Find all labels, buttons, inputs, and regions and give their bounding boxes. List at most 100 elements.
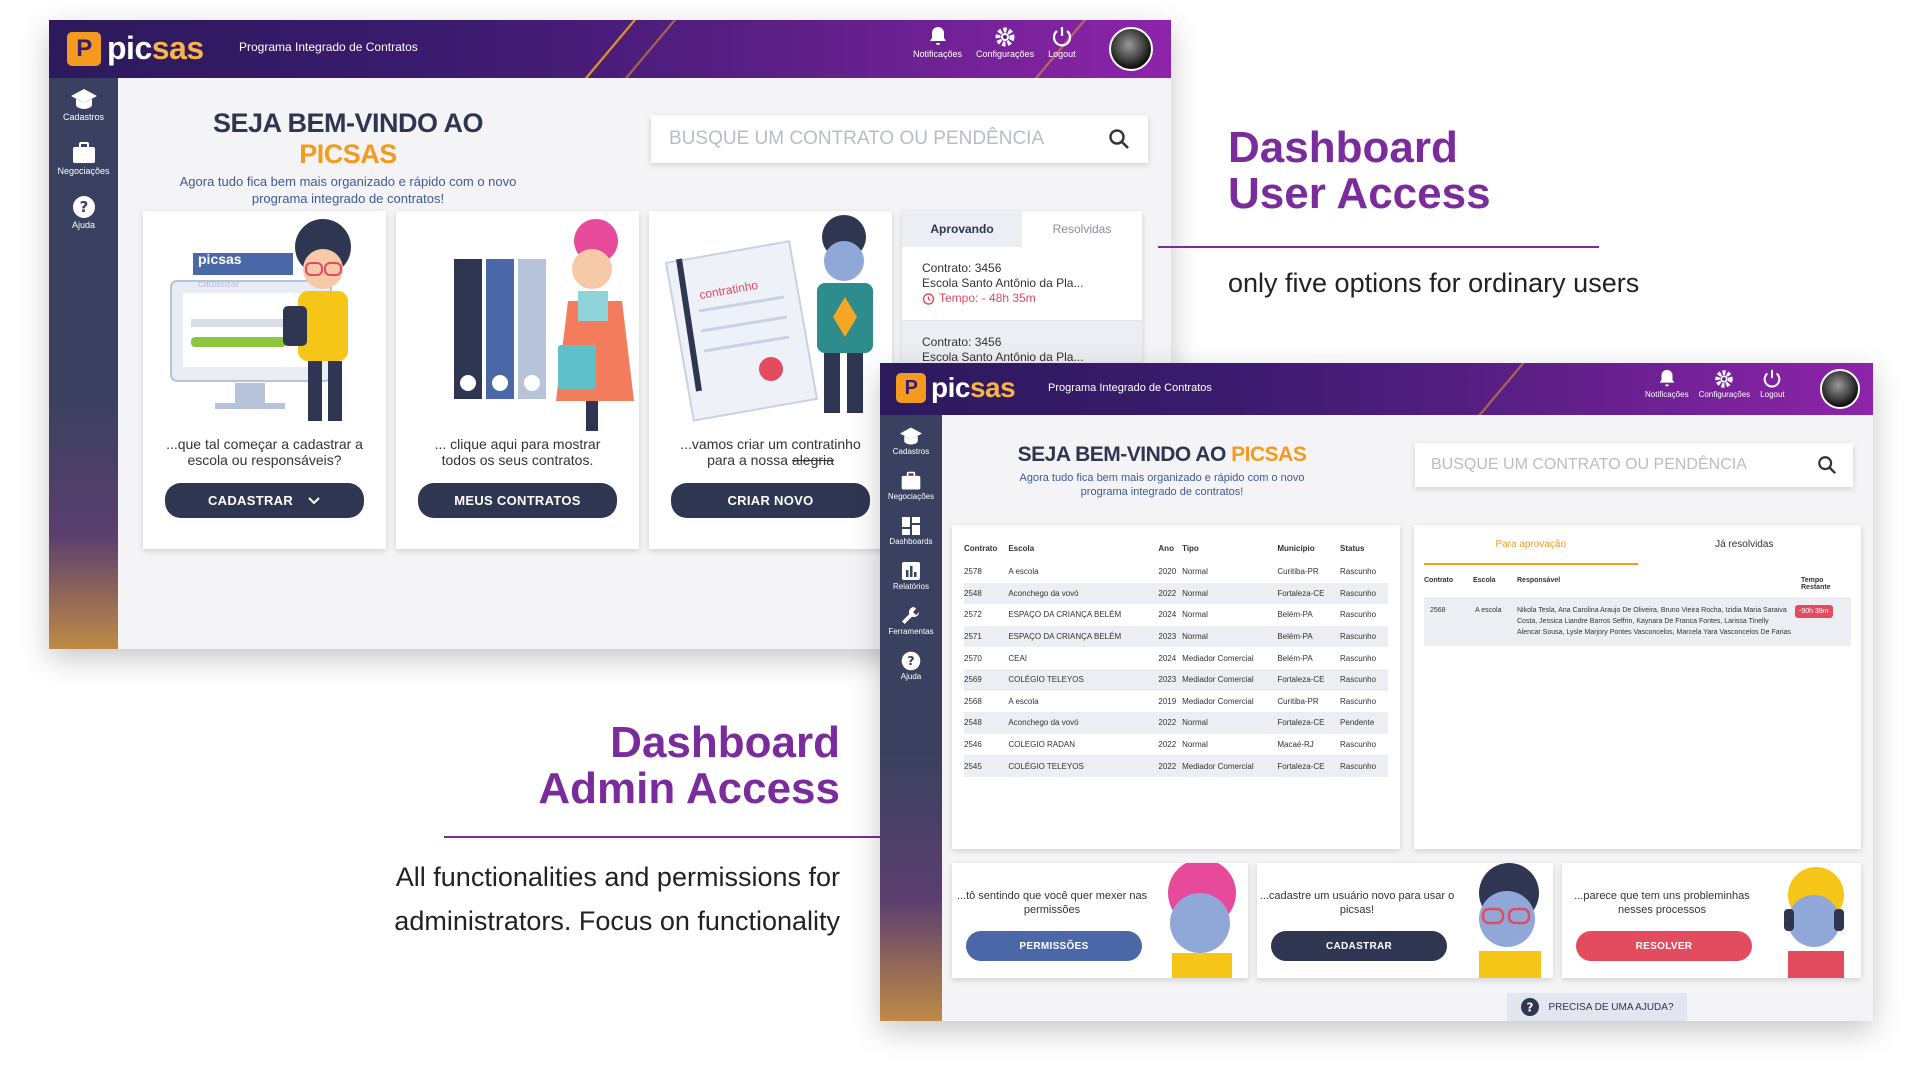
list-item[interactable]: Contrato: 3456 Escola Santo Antônio da P… [902, 247, 1142, 321]
table-row[interactable]: 2568 A escola 2019 Mediador Comercial Curiti… [964, 690, 1388, 713]
table-row[interactable]: 2571 ESPAÇO DA CRIANÇA BELÉM 2023 Normal Bel… [964, 625, 1388, 648]
table-cell: 2546 [964, 740, 982, 750]
graduation-cap-icon [70, 89, 97, 109]
admin-access-description: All functionalities and permissions for … [394, 862, 840, 936]
column-header[interactable]: Contrato [964, 535, 1008, 561]
sidebar-item-dashboards[interactable]: Dashboards [880, 515, 942, 546]
sidebar-item-relatorios[interactable]: Relatórios [880, 560, 942, 591]
tab-resolvidas[interactable]: Resolvidas [1022, 211, 1142, 247]
help-button[interactable]: ? PRECISA DE UMA AJUDA? [1507, 993, 1687, 1021]
sidebar-item-negociacoes[interactable]: Negociações [880, 470, 942, 501]
search-input[interactable]: BUSQUE UM CONTRATO OU PENDÊNCIA [1415, 443, 1853, 487]
table-cell: Rascunho [1340, 696, 1377, 706]
main-content: SEJA BEM-VINDO AO PICSAS Agora tudo fica… [942, 415, 1873, 1021]
admin-access-heading: Dashboard Admin Access [538, 718, 840, 814]
table-row[interactable]: 2545 COLÉGIO TELEYOS 2022 Mediador Comercia… [964, 755, 1388, 777]
table-row[interactable]: 2548 Aconchego da vovó 2022 Normal Fortaleza… [964, 582, 1388, 605]
table-row[interactable]: 2570 CEAI 2024 Mediador Comercial Belém-PA Ra… [964, 647, 1388, 669]
gear-icon [1715, 370, 1734, 388]
divider [444, 836, 880, 838]
tab-aprovando[interactable]: Aprovando [902, 211, 1022, 247]
meus-contratos-button[interactable]: MEUS CONTRATOS [418, 483, 617, 518]
table-row[interactable]: 2572 ESPAÇO DA CRIANÇA BELÉM 2024 Normal Bel… [964, 604, 1388, 626]
sidebar-item-cadastros[interactable]: Cadastros [49, 86, 118, 122]
svg-text:?: ? [79, 198, 88, 216]
time-remaining-badge: -90h 39m [1795, 605, 1833, 618]
table-cell: Mediador Comercial [1182, 675, 1254, 685]
briefcase-icon [901, 471, 921, 490]
sidebar-item-negociacoes[interactable]: Negociações [49, 140, 118, 176]
resolver-button[interactable]: RESOLVER [1576, 931, 1752, 961]
search-icon[interactable] [1108, 128, 1130, 150]
column-header[interactable]: Município [1277, 535, 1340, 561]
contract-document-illustration [664, 215, 873, 422]
question-icon: ? [72, 196, 95, 218]
table-row[interactable]: 2546 COLEGIO RADAN 2022 Normal Macaé-RJ Rascu… [964, 733, 1388, 756]
sidebar-item-ferramentas[interactable]: Ferramentas [880, 605, 942, 636]
notifications-button[interactable]: Notificações [913, 25, 962, 59]
card-cadastrar: picsas cadastrar ...que tal começar a ca… [143, 211, 386, 549]
table-cell: Normal [1182, 632, 1208, 642]
table-cell: Rascunho [1340, 588, 1377, 598]
cadastrar-usuario-button[interactable]: CADASTRAR [1271, 931, 1447, 961]
graduation-cap-icon [900, 427, 922, 445]
table-cell: 2568 [964, 696, 982, 706]
table-row[interactable]: 2569 COLÉGIO TELEYOS 2023 Mediador Comercia… [964, 668, 1388, 691]
settings-button[interactable]: Configurações [976, 25, 1034, 59]
table-cell: Aconchego da vovó [1008, 718, 1079, 728]
tab-para-aprovacao[interactable]: Para aprovação [1424, 525, 1638, 565]
criar-novo-button[interactable]: CRIAR NOVO [671, 483, 870, 518]
table-cell: 2548 [964, 588, 982, 598]
admin-dashboard-screenshot: P picsas Programa Integrado de Contratos… [880, 363, 1873, 1021]
table-cell: 2578 [964, 567, 982, 577]
settings-button[interactable]: Configurações [1699, 368, 1750, 399]
logout-button[interactable]: Logout [1760, 368, 1785, 399]
card-resolver: ...parece que tem uns probleminhas nesse… [1562, 863, 1861, 978]
column-header[interactable]: Status [1340, 535, 1388, 561]
page-title: SEJA BEM-VINDO AO PICSAS [1017, 443, 1307, 466]
table-cell: 2019 [1158, 696, 1177, 706]
question-icon: ? [901, 651, 921, 671]
welcome-subtitle: Agora tudo fica bem mais organizado e rá… [1019, 472, 1305, 499]
table-cell: Normal [1182, 718, 1208, 728]
table-cell: 2023 [1158, 675, 1177, 685]
logout-button[interactable]: Logout [1048, 25, 1076, 59]
table-cell: 2020 [1158, 567, 1177, 577]
search-icon[interactable] [1817, 455, 1837, 475]
table-cell: Mediador Comercial [1182, 761, 1254, 771]
sidebar: Cadastros Negociações ? Ajuda [49, 78, 118, 649]
table-cell: Aconchego da vovó [1008, 588, 1079, 598]
table-cell: 2024 [1158, 653, 1177, 663]
column-header[interactable]: Escola [1008, 535, 1158, 561]
permissoes-button[interactable]: PERMISSÕES [966, 931, 1142, 961]
sidebar-item-cadastros[interactable]: Cadastros [880, 425, 942, 456]
picsas-logo[interactable]: P picsas [67, 30, 204, 67]
bell-icon [929, 27, 946, 45]
notifications-button[interactable]: Notificações [1645, 368, 1689, 399]
table-row[interactable]: 2568 A escola Nikola Tesla, Ana Carolina… [1424, 597, 1851, 646]
table-row[interactable]: 2548 Aconchego da vovó 2022 Normal Fortaleza… [964, 712, 1388, 734]
table-cell: 2022 [1158, 761, 1177, 771]
card-caption: ...tô sentindo que você quer mexer nas p… [956, 890, 1148, 916]
table-cell: 2572 [964, 610, 982, 620]
table-row[interactable]: 2578 A escola 2020 Normal Curitiba-PR Rascunh… [964, 561, 1388, 583]
column-header[interactable]: Tipo [1182, 535, 1277, 561]
table-cell: Normal [1182, 610, 1208, 620]
tab-ja-resolvidas[interactable]: Já resolvidas [1638, 525, 1852, 565]
card-cadastrar-usuario: ...cadastre um usuário novo para usar o … [1257, 863, 1553, 978]
power-icon [1764, 369, 1781, 388]
sidebar-item-ajuda[interactable]: ? Ajuda [880, 650, 942, 681]
search-input[interactable]: BUSQUE UM CONTRATO OU PENDÊNCIA [651, 115, 1148, 163]
table-cell: Rascunho [1340, 675, 1377, 685]
alarm-clock-icon [922, 293, 935, 305]
sidebar-item-ajuda[interactable]: ? Ajuda [49, 194, 118, 230]
user-avatar[interactable] [1109, 27, 1153, 71]
column-header[interactable]: Ano [1158, 535, 1182, 561]
power-icon [1052, 27, 1071, 47]
user-avatar[interactable] [1820, 369, 1860, 409]
picsas-logo[interactable]: P picsas [896, 372, 1016, 404]
table-cell: Rascunho [1340, 761, 1377, 771]
user-access-heading: Dashboard User Access [1228, 123, 1491, 219]
table-cell: Belém-PA [1277, 632, 1313, 642]
cadastrar-button[interactable]: CADASTRAR [165, 483, 364, 518]
